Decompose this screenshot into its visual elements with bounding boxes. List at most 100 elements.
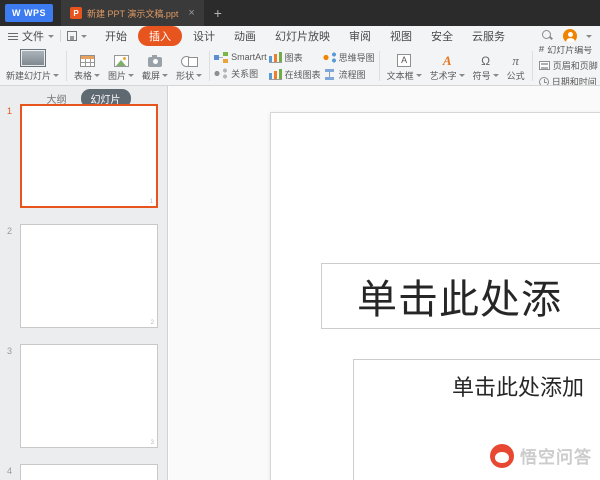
diagram-button[interactable]: 关系图 bbox=[214, 67, 267, 80]
wordart-button[interactable]: A 艺术字 bbox=[427, 48, 468, 84]
dropdown-caret-icon bbox=[415, 73, 422, 77]
new-slide-button[interactable]: 新建幻灯片 bbox=[3, 48, 62, 84]
slide-index: 2 bbox=[7, 226, 13, 236]
header-footer-button[interactable]: 页眉和页脚 bbox=[538, 59, 598, 72]
ribbon-separator bbox=[378, 50, 380, 81]
dropdown-caret-icon bbox=[53, 73, 60, 77]
online-chart-label: 在线图表 bbox=[284, 69, 321, 80]
hamburger-icon bbox=[8, 32, 18, 40]
slide-number-button[interactable]: # 幻灯片编号 bbox=[539, 46, 598, 56]
datetime-label: 日期和时间 bbox=[551, 77, 597, 86]
smartart-button[interactable]: SmartArt bbox=[214, 51, 267, 63]
formula-button[interactable]: π 公式 bbox=[504, 48, 528, 84]
slide-thumbnail-3[interactable]: 3 bbox=[20, 344, 158, 448]
tab-review[interactable]: 审阅 bbox=[341, 26, 379, 46]
screenshot-button[interactable]: 截屏 bbox=[139, 48, 171, 84]
symbol-icon: Ω bbox=[481, 53, 491, 68]
textbox-icon: A bbox=[397, 53, 412, 67]
textbox-label: 文本框 bbox=[386, 70, 414, 81]
document-tab[interactable]: P 新建 PPT 演示文稿.ppt × bbox=[61, 0, 204, 26]
thumb-page-number: 3 bbox=[150, 440, 154, 446]
file-menu-button[interactable]: 文件 bbox=[8, 28, 54, 44]
tab-insert[interactable]: 插入 bbox=[138, 26, 182, 46]
tab-security[interactable]: 安全 bbox=[423, 26, 461, 46]
new-slide-label: 新建幻灯片 bbox=[6, 70, 52, 81]
dropdown-caret-icon bbox=[458, 73, 465, 77]
dropdown-caret-icon bbox=[162, 73, 169, 77]
slide-thumbnail-2[interactable]: 2 bbox=[20, 224, 158, 328]
new-tab-button[interactable]: + bbox=[214, 6, 222, 20]
ribbon-separator bbox=[66, 50, 68, 81]
chart-icon bbox=[268, 51, 282, 63]
save-icon[interactable] bbox=[67, 31, 77, 41]
flowchart-icon bbox=[322, 68, 336, 80]
shapes-icon bbox=[180, 55, 198, 67]
watermark-text: 悟空问答 bbox=[520, 448, 592, 467]
chevron-down-icon[interactable] bbox=[586, 34, 592, 38]
title-placeholder[interactable]: 单击此处添 bbox=[321, 263, 600, 329]
divider bbox=[60, 30, 61, 42]
document-title: 新建 PPT 演示文稿.ppt bbox=[87, 8, 179, 19]
datetime-button[interactable]: 日期和时间 bbox=[538, 75, 598, 86]
symbol-button[interactable]: Ω 符号 bbox=[470, 48, 502, 84]
screenshot-icon bbox=[148, 54, 163, 67]
slide-index: 4 bbox=[7, 466, 13, 476]
diagram-icon bbox=[214, 67, 229, 79]
ribbon-insert: 新建幻灯片 表格 图片 截屏 形状 SmartArt 关系图 图表 在线图表 思… bbox=[0, 46, 600, 86]
picture-label: 图片 bbox=[108, 70, 127, 81]
ribbon-tabs: 开始 插入 设计 动画 幻灯片放映 审阅 视图 安全 云服务 bbox=[97, 26, 513, 46]
menubar: 文件 开始 插入 设计 动画 幻灯片放映 审阅 视图 安全 云服务 bbox=[0, 26, 600, 46]
picture-button[interactable]: 图片 bbox=[105, 48, 137, 84]
ribbon-separator bbox=[531, 50, 533, 81]
tab-view[interactable]: 视图 bbox=[382, 26, 420, 46]
tab-animation[interactable]: 动画 bbox=[226, 26, 264, 46]
shapes-button[interactable]: 形状 bbox=[173, 48, 205, 84]
ppt-file-icon: P bbox=[70, 7, 82, 19]
wukong-logo-icon bbox=[490, 443, 514, 468]
dropdown-caret-icon bbox=[128, 73, 135, 77]
chart-button[interactable]: 图表 bbox=[268, 51, 321, 64]
chart-label: 图表 bbox=[284, 52, 303, 63]
tab-slideshow[interactable]: 幻灯片放映 bbox=[267, 26, 338, 46]
slide-number-icon: # bbox=[538, 46, 545, 55]
mindmap-icon bbox=[322, 51, 336, 63]
new-slide-icon bbox=[19, 48, 46, 67]
dropdown-caret-icon bbox=[196, 73, 203, 77]
table-icon bbox=[79, 54, 95, 67]
chevron-down-icon bbox=[48, 34, 54, 38]
slide-thumbnail-1[interactable]: 1 bbox=[20, 104, 158, 208]
online-chart-button[interactable]: 在线图表 bbox=[268, 68, 321, 81]
smartart-label: SmartArt bbox=[231, 52, 267, 62]
wps-logo[interactable]: W WPS bbox=[5, 4, 53, 22]
clock-icon bbox=[538, 76, 549, 85]
header-footer-label: 页眉和页脚 bbox=[552, 61, 598, 71]
menubar-right-icons bbox=[542, 29, 592, 43]
subtitle-placeholder-text: 单击此处添加 bbox=[452, 375, 585, 400]
dropdown-caret-icon bbox=[492, 73, 499, 77]
tab-home[interactable]: 开始 bbox=[97, 26, 135, 46]
picture-icon bbox=[113, 54, 129, 67]
watermark: 悟空问答 bbox=[490, 443, 592, 468]
tab-cloud[interactable]: 云服务 bbox=[464, 26, 513, 46]
slide-thumbnail-4[interactable]: 4 bbox=[20, 464, 158, 480]
tab-design[interactable]: 设计 bbox=[185, 26, 223, 46]
textbox-button[interactable]: A 文本框 bbox=[384, 48, 425, 84]
slide-editing-area[interactable]: 单击此处添 单击此处添加 bbox=[270, 112, 600, 480]
flowchart-button[interactable]: 流程图 bbox=[322, 68, 375, 81]
dropdown-caret-icon bbox=[94, 73, 101, 77]
shapes-label: 形状 bbox=[176, 70, 195, 81]
mindmap-button[interactable]: 思维导图 bbox=[322, 51, 375, 64]
close-tab-icon[interactable]: × bbox=[188, 7, 194, 19]
table-button[interactable]: 表格 bbox=[71, 48, 103, 84]
slide-index: 3 bbox=[7, 346, 13, 356]
slide-index: 1 bbox=[7, 106, 13, 116]
header-footer-icon bbox=[538, 61, 550, 70]
search-icon[interactable] bbox=[542, 30, 554, 42]
thumb-page-number: 1 bbox=[149, 199, 153, 205]
diagram-label: 关系图 bbox=[231, 68, 259, 79]
thumb-page-number: 2 bbox=[150, 320, 154, 326]
smartart-icon bbox=[214, 51, 229, 63]
formula-label: 公式 bbox=[506, 70, 525, 81]
user-avatar-icon[interactable] bbox=[563, 29, 577, 43]
chevron-down-icon[interactable] bbox=[81, 34, 87, 38]
